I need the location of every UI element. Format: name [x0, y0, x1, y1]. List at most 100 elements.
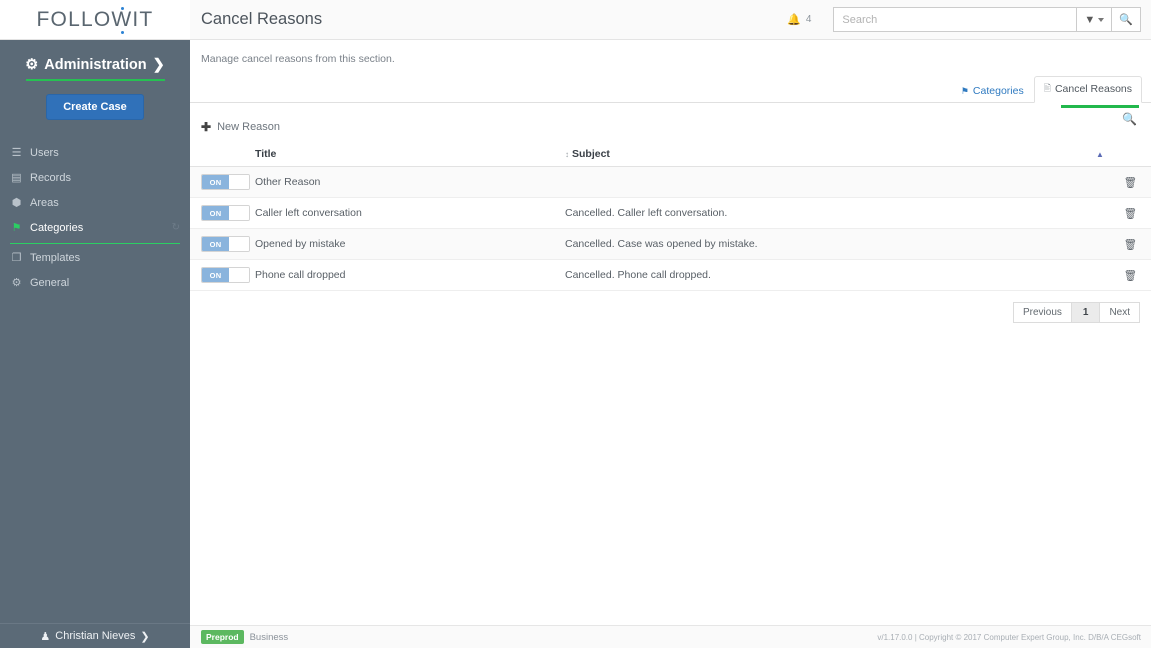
row-subject: Cancelled. Case was opened by mistake.: [565, 228, 1096, 260]
tab-categories[interactable]: ⚑ Categories: [951, 80, 1034, 103]
main-content: Cancel Reasons 🔔 4 ▼ 🔍 M: [190, 0, 1151, 648]
delete-row-button[interactable]: 🗑: [1096, 259, 1151, 291]
create-case-wrap: Create Case: [0, 94, 190, 120]
sidebar-item-label: Users: [30, 146, 59, 159]
tab-bar: ⚑ Categories 🖹 Cancel Reasons 🔍: [190, 76, 1151, 126]
templates-icon: ❐: [11, 252, 22, 264]
notification-count: 4: [805, 14, 812, 25]
filter-button[interactable]: ▼: [1076, 7, 1113, 32]
app-root: FOLLOWIT ⚙ Administration ❯ Create Case …: [0, 0, 1151, 648]
table-row[interactable]: ON Opened by mistake Cancelled. Case was…: [190, 228, 1151, 260]
topbar-right: 🔔 4 ▼ 🔍: [787, 7, 1141, 32]
tab-label: Cancel Reasons: [1054, 83, 1132, 95]
sidebar-item-categories[interactable]: ⚑ Categories ↻: [0, 215, 190, 244]
sidebar-section-header[interactable]: ⚙ Administration ❯: [0, 57, 190, 73]
sidebar-nav: ☰ Users ▤ Records ⬢ Areas ⚑ Categories ↻…: [0, 140, 190, 295]
column-header-subject[interactable]: ↕ Subject: [565, 148, 1096, 167]
active-tab-indicator: [1061, 105, 1139, 108]
new-reason-button[interactable]: ✚ New Reason: [201, 120, 1151, 134]
pagination: Previous 1 Next: [190, 302, 1151, 323]
row-toggle-cell: ON: [190, 166, 255, 198]
toggle-knob: [229, 206, 249, 220]
pagination-next[interactable]: Next: [1099, 302, 1140, 323]
sidebar-user-name: Christian Nieves: [55, 630, 136, 642]
footer: Preprod Business v/1.17.0.0 | Copyright …: [190, 625, 1151, 648]
logo-dot-bottom-icon: [120, 30, 124, 34]
table-body: ON Other Reason 🗑 ON Caller left convers…: [190, 166, 1151, 291]
search-input[interactable]: [833, 7, 1077, 32]
column-subject-label: Subject: [572, 148, 610, 160]
row-subject: Cancelled. Phone call dropped.: [565, 259, 1096, 291]
settings-icon: ⚙: [11, 277, 22, 289]
column-header-title[interactable]: Title: [255, 148, 565, 167]
sidebar-user-menu[interactable]: ♟ Christian Nieves ❯: [0, 623, 190, 648]
search-group: ▼ 🔍: [833, 7, 1141, 32]
sidebar-item-label: Categories: [30, 221, 84, 234]
toggle-on-label: ON: [202, 268, 229, 282]
notifications-button[interactable]: 🔔 4: [787, 13, 811, 26]
tag-icon: ⚑: [11, 222, 22, 234]
sidebar-item-label: Areas: [30, 196, 59, 209]
pagination-previous[interactable]: Previous: [1012, 302, 1072, 323]
app-logo: FOLLOWIT: [36, 6, 154, 34]
plus-icon: ✚: [201, 120, 212, 134]
column-title-label: Title: [255, 148, 277, 160]
sidebar: FOLLOWIT ⚙ Administration ❯ Create Case …: [0, 0, 190, 648]
pagination-page-1[interactable]: 1: [1070, 302, 1101, 323]
areas-icon: ⬢: [11, 197, 22, 209]
copyright-text: v/1.17.0.0 | Copyright © 2017 Computer E…: [877, 632, 1141, 642]
column-header-toggle: [190, 148, 255, 167]
delete-row-button[interactable]: 🗑: [1096, 197, 1151, 229]
table-head: Title ↕ Subject ▲: [190, 148, 1151, 167]
sidebar-item-records[interactable]: ▤ Records: [0, 165, 190, 190]
row-toggle-cell: ON: [190, 259, 255, 291]
environment-name: Business: [249, 631, 289, 643]
table-header-row: Title ↕ Subject ▲: [190, 148, 1151, 167]
new-reason-label: New Reason: [217, 121, 281, 133]
tag-icon: ⚑: [960, 85, 969, 96]
table-row[interactable]: ON Phone call dropped Cancelled. Phone c…: [190, 259, 1151, 291]
page-description: Manage cancel reasons from this section.: [201, 53, 395, 65]
sidebar-section-title: Administration: [44, 57, 147, 73]
toggle-on-label: ON: [202, 237, 229, 251]
row-subject: Cancelled. Caller left conversation.: [565, 197, 1096, 229]
toggle-on-label: ON: [202, 206, 229, 220]
chevron-right-icon: ❯: [152, 57, 165, 73]
column-header-actions[interactable]: ▲: [1096, 148, 1151, 167]
sidebar-item-label: Templates: [30, 251, 81, 264]
row-subject: [565, 166, 1096, 198]
search-icon: 🔍: [1119, 14, 1133, 26]
toggle-on-label: ON: [202, 175, 229, 189]
toggle-knob: [229, 175, 249, 189]
row-toggle-cell: ON: [190, 197, 255, 229]
panel-search-icon[interactable]: 🔍: [1122, 112, 1137, 126]
refresh-icon[interactable]: ↻: [172, 222, 180, 233]
sidebar-item-templates[interactable]: ❐ Templates: [0, 245, 190, 270]
row-title: Other Reason: [255, 166, 565, 198]
sidebar-item-areas[interactable]: ⬢ Areas: [0, 190, 190, 215]
delete-row-button[interactable]: 🗑: [1096, 166, 1151, 198]
enable-toggle[interactable]: ON: [201, 236, 250, 252]
sort-icon: ↕: [565, 150, 569, 159]
enable-toggle[interactable]: ON: [201, 205, 250, 221]
table-row[interactable]: ON Other Reason 🗑: [190, 166, 1151, 198]
section-underline: [25, 79, 165, 81]
row-toggle-cell: ON: [190, 228, 255, 260]
table-row[interactable]: ON Caller left conversation Cancelled. C…: [190, 197, 1151, 229]
enable-toggle[interactable]: ON: [201, 267, 250, 283]
tab-cancel-reasons[interactable]: 🖹 Cancel Reasons: [1033, 76, 1142, 103]
enable-toggle[interactable]: ON: [201, 174, 250, 190]
logo-text: FOLLOWIT: [36, 7, 154, 31]
topbar: Cancel Reasons 🔔 4 ▼ 🔍: [190, 0, 1151, 40]
logo-dot-top-icon: [120, 6, 124, 10]
tab-label: Categories: [972, 85, 1024, 97]
search-button[interactable]: 🔍: [1112, 7, 1141, 32]
delete-row-button[interactable]: 🗑: [1096, 228, 1151, 260]
create-case-button[interactable]: Create Case: [46, 94, 144, 120]
sidebar-item-general[interactable]: ⚙ General: [0, 270, 190, 295]
toggle-knob: [229, 268, 249, 282]
sidebar-item-users[interactable]: ☰ Users: [0, 140, 190, 165]
gear-icon: ⚙: [25, 57, 39, 73]
environment-badge: Preprod: [201, 630, 244, 644]
chevron-right-icon: ❯: [140, 630, 150, 643]
